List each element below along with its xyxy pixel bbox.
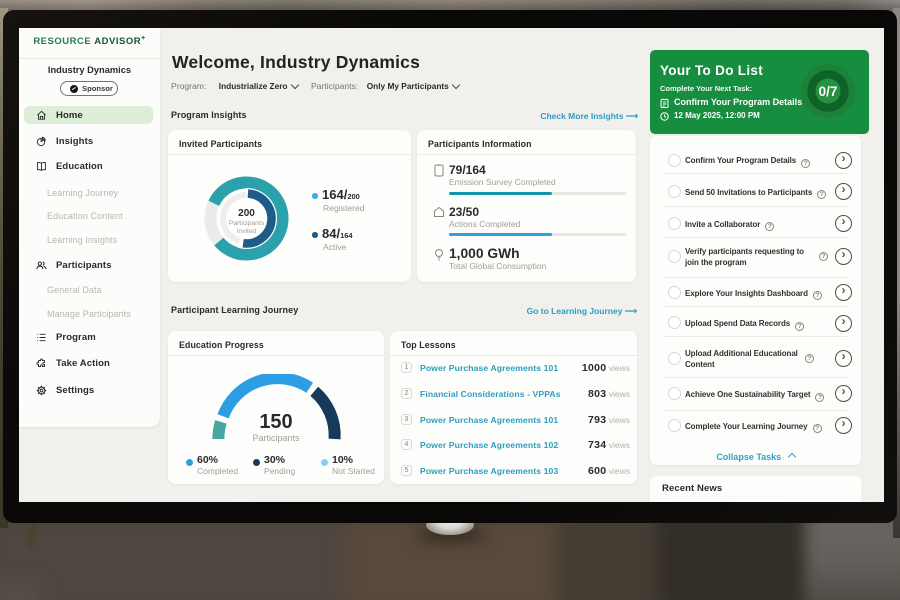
svg-text:0/7: 0/7: [819, 84, 838, 99]
